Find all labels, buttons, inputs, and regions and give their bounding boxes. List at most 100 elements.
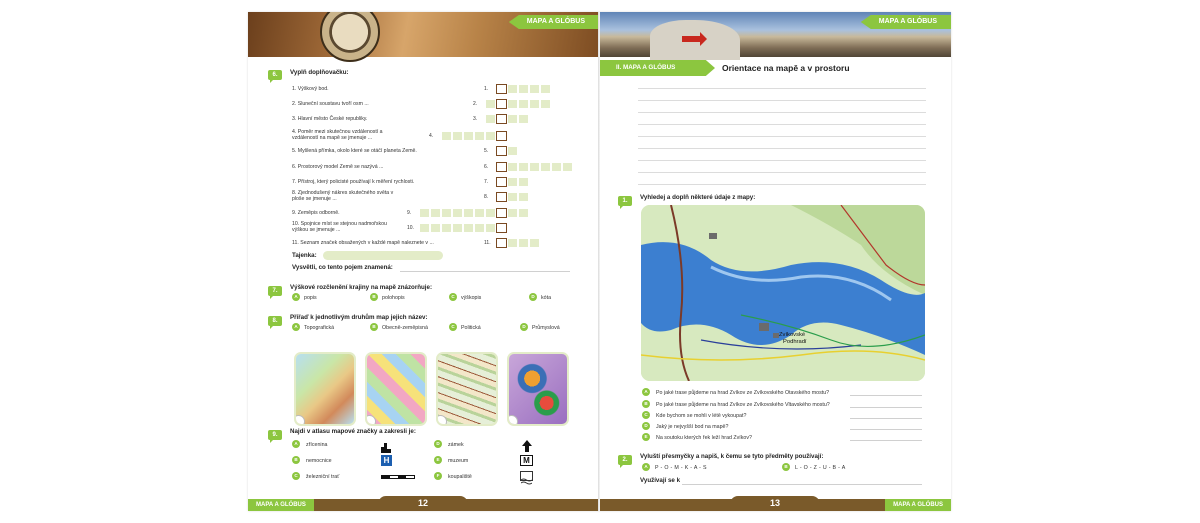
option-letter: F [434,472,442,480]
crossword-cell[interactable] [540,162,551,172]
compass-icon [320,12,380,62]
answer-line[interactable] [682,484,922,485]
answer-line[interactable] [400,271,570,272]
writing-line[interactable] [638,124,926,125]
section-title: Orientace na mapě a v prostoru [722,63,850,73]
crossword-cell[interactable] [518,99,529,109]
crossword-cell[interactable] [518,238,529,248]
answer-line[interactable] [850,407,922,408]
crossword-cell[interactable] [518,192,529,202]
crossword-cell[interactable] [529,238,540,248]
crossword-cell[interactable] [441,131,452,141]
option-letter: B [292,456,300,464]
crossword-key-cell[interactable] [496,99,507,109]
crossword-cell[interactable] [485,208,496,218]
option-letter: A [642,388,650,396]
crossword-cell[interactable] [518,114,529,124]
crossword-cell[interactable] [419,223,430,233]
crossword-number: 6. [484,164,489,170]
writing-line[interactable] [638,160,926,161]
crossword-cell[interactable] [474,131,485,141]
exercise-title: Výškové rozčlenění krajiny na mapě znázo… [290,284,433,291]
writing-line[interactable] [638,148,926,149]
writing-line[interactable] [638,100,926,101]
crossword-cell[interactable] [507,84,518,94]
crossword-cell[interactable] [485,114,496,124]
writing-line[interactable] [638,88,926,89]
crossword-key-cell[interactable] [496,146,507,156]
crossword-cell[interactable] [507,177,518,187]
left-footer: MAPA A GLÓBUS 12 [248,496,599,511]
crossword-cell[interactable] [485,131,496,141]
crossword-cell[interactable] [507,238,518,248]
crossword-cell[interactable] [507,192,518,202]
crossword-key-cell[interactable] [496,223,507,233]
crossword-key-cell[interactable] [496,84,507,94]
crossword-cell[interactable] [518,162,529,172]
crossword-cell[interactable] [529,99,540,109]
crossword-cell[interactable] [540,84,551,94]
writing-line[interactable] [638,172,926,173]
crossword-cell[interactable] [441,223,452,233]
crossword-cell[interactable] [452,223,463,233]
crossword-cell[interactable] [507,146,518,156]
crossword-number: 3. [473,116,478,122]
crossword-cell[interactable] [518,177,529,187]
crossword-key-cell[interactable] [496,162,507,172]
crossword-cell[interactable] [529,162,540,172]
writing-line[interactable] [638,112,926,113]
crossword-cell[interactable] [441,208,452,218]
answer-circle[interactable] [438,415,447,424]
crossword-cell[interactable] [507,208,518,218]
option-text: Obecně-zeměpisná [382,324,428,331]
crossword-key-cell[interactable] [496,238,507,248]
crossword-cell[interactable] [430,208,441,218]
option-letter: B [370,323,378,331]
anagram-text: P - O - M - K - A - S [655,464,707,471]
crossword-cell[interactable] [507,114,518,124]
answer-line[interactable] [850,418,922,419]
crossword-cell[interactable] [518,208,529,218]
crossword-cell[interactable] [452,208,463,218]
crossword-key-cell[interactable] [496,114,507,124]
crossword-cell[interactable] [474,223,485,233]
tajenka-field[interactable] [323,251,443,260]
crossword-cell[interactable] [507,162,518,172]
crossword-key-cell[interactable] [496,177,507,187]
crossword-cell[interactable] [463,131,474,141]
answer-line[interactable] [850,429,922,430]
crossword-cell[interactable] [562,162,573,172]
crossword-cell[interactable] [529,84,540,94]
writing-line[interactable] [638,136,926,137]
crossword-cell[interactable] [430,223,441,233]
crossword-key-cell[interactable] [496,131,507,141]
crossword-cell[interactable] [463,208,474,218]
crossword-cell[interactable] [551,162,562,172]
writing-line[interactable] [638,184,926,185]
crossword-cell[interactable] [485,223,496,233]
answer-circle[interactable] [296,415,305,424]
option-letter: D [529,293,537,301]
crossword-cell[interactable] [485,99,496,109]
crossword-clue: 6. Prostorový model Země se nazývá ... [292,164,384,170]
crossword-clue: 4. Poměr mezi skutečnou vzdáleností a vz… [292,129,383,141]
crossword-cell[interactable] [518,84,529,94]
crossword-cell[interactable] [507,99,518,109]
option-text: polohopis [382,294,405,301]
crossword-cell[interactable] [474,208,485,218]
crossword-cell[interactable] [452,131,463,141]
trail-arrow-icon [682,32,707,46]
answer-line[interactable] [850,395,922,396]
crossword-cell[interactable] [419,208,430,218]
answer-circle[interactable] [367,415,376,424]
crossword-key-cell[interactable] [496,192,507,202]
crossword-cell[interactable] [540,99,551,109]
option-text: zřícenina [306,441,328,448]
crossword-key-cell[interactable] [496,208,507,218]
crossword-number: 4. [429,133,434,139]
answer-line[interactable] [850,440,922,441]
crossword-cell[interactable] [463,223,474,233]
map-thumbnail-political [365,352,427,426]
exercise-badge: 7. [268,286,282,299]
answer-circle[interactable] [509,415,518,424]
